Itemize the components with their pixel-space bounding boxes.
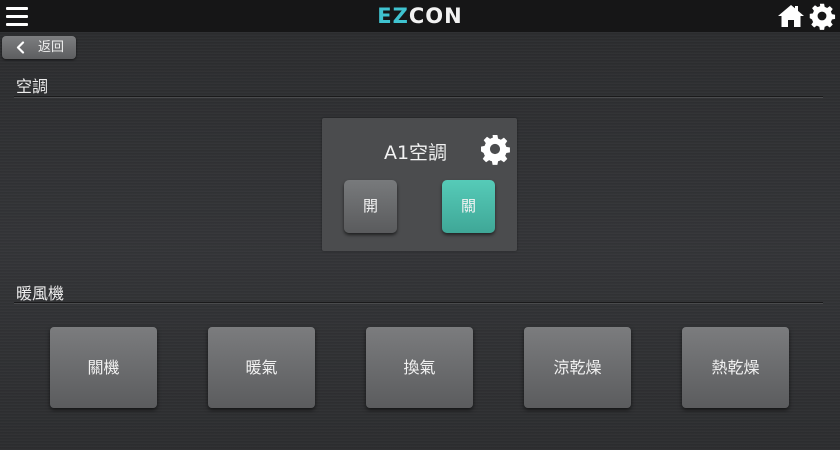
menu-icon-line <box>6 15 28 18</box>
logo-accent: EZ <box>377 4 409 28</box>
heater-mode-heat-button[interactable]: 暖氣 <box>208 327 315 408</box>
heater-mode-cool-dry-button[interactable]: 涼乾燥 <box>524 327 631 408</box>
menu-icon[interactable] <box>4 5 30 27</box>
heater-mode-ventilate-button[interactable]: 換氣 <box>366 327 473 408</box>
home-icon[interactable] <box>777 3 805 29</box>
logo-text: CON <box>408 4 463 28</box>
section-title-heater: 暖風機 <box>16 284 65 303</box>
chevron-left-icon <box>16 41 25 54</box>
ac-device-name: A1空調 <box>383 142 448 164</box>
menu-icon-line <box>6 23 28 26</box>
back-button-label: 返回 <box>38 40 65 55</box>
heater-mode-power-off-button[interactable]: 關機 <box>50 327 157 408</box>
back-button[interactable]: 返回 <box>2 36 76 59</box>
ac-on-button[interactable]: 開 <box>344 180 397 233</box>
ac-off-button[interactable]: 關 <box>442 180 495 233</box>
menu-icon-line <box>6 7 28 10</box>
heater-mode-hot-dry-button[interactable]: 熱乾燥 <box>682 327 789 408</box>
section-divider <box>14 96 823 98</box>
ac-device-card: A1空調 開 關 <box>322 118 517 251</box>
section-title-air-conditioner: 空調 <box>16 77 49 96</box>
ac-settings-gear-icon[interactable] <box>479 133 511 165</box>
app-logo: EZCON <box>0 0 840 32</box>
section-divider <box>14 302 823 304</box>
top-bar: EZCON <box>0 0 840 32</box>
gear-icon[interactable] <box>808 2 836 30</box>
